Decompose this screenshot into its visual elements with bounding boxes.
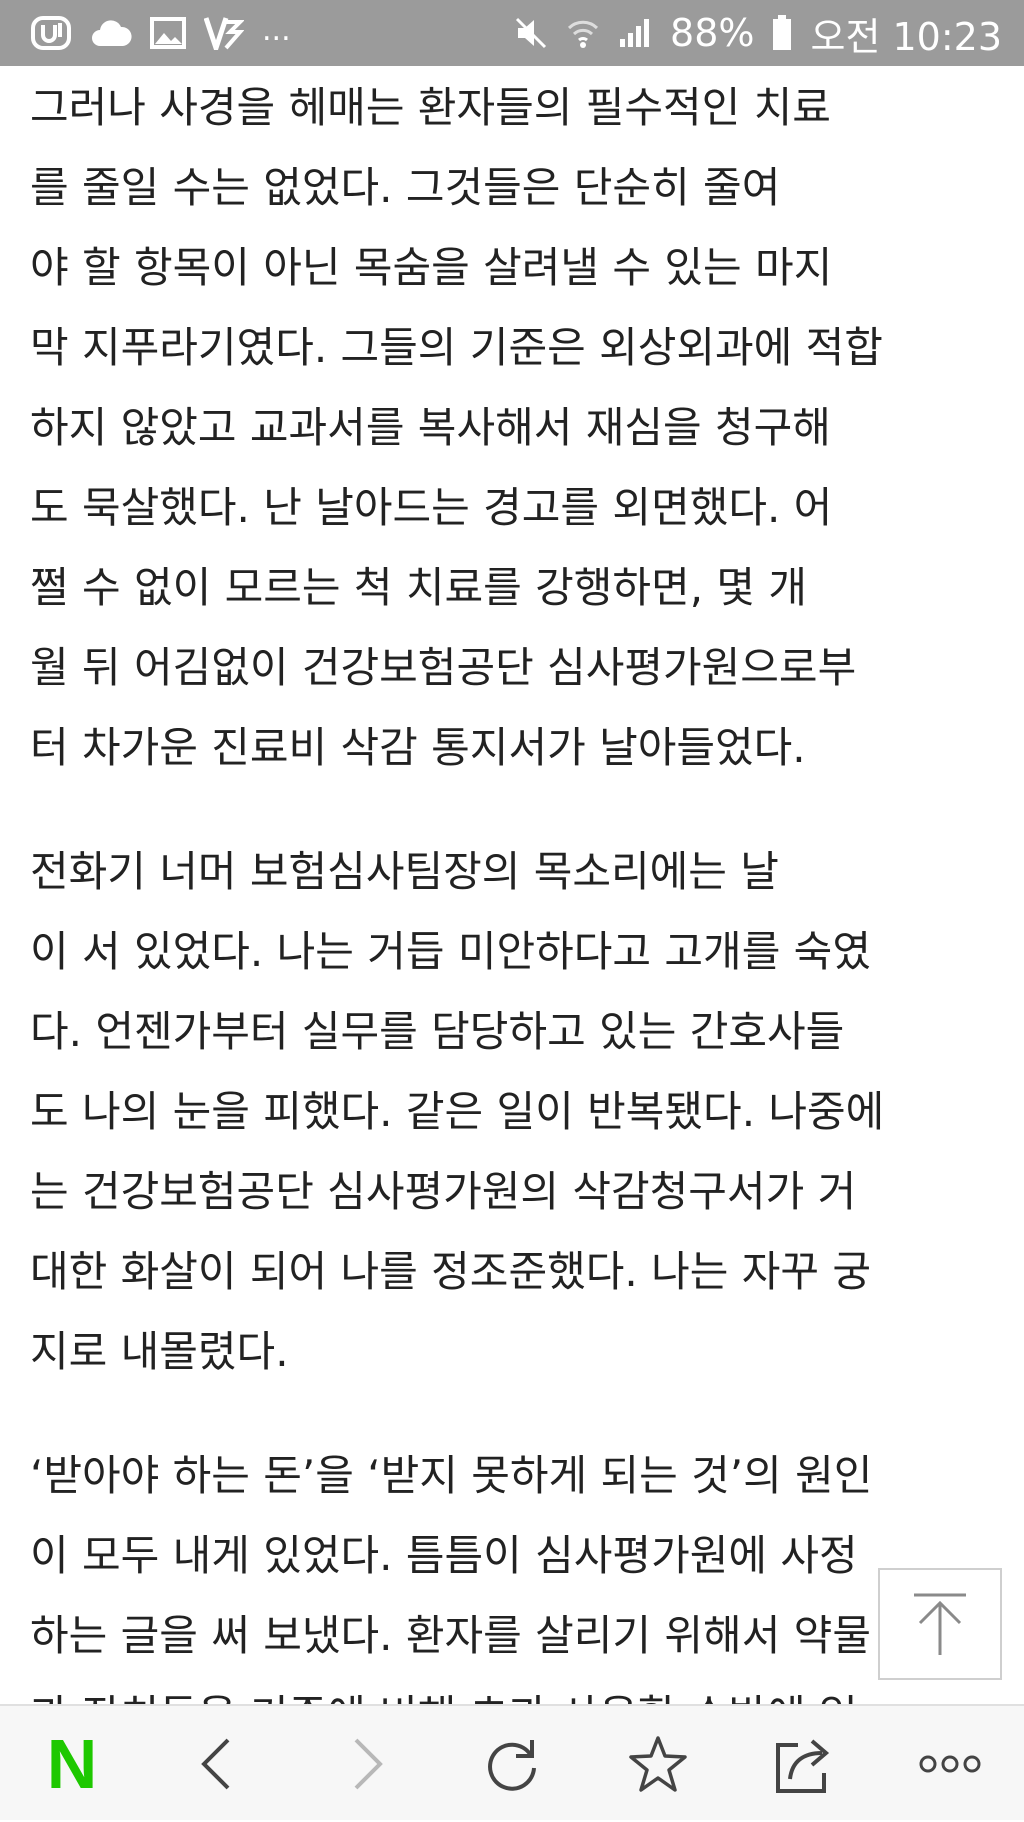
more-notifications: ... [262, 12, 291, 48]
text-line: 월 뒤 어김없이 건강보험공단 심사평가원으로부 [30, 643, 857, 692]
bookmark-button[interactable] [608, 1706, 708, 1822]
article-body: 그러나 사경을 헤매는 환자들의 필수적인 치료 를 줄일 수는 없었다. 그것… [30, 68, 1010, 1704]
mute-icon [514, 16, 548, 50]
forward-button[interactable] [318, 1706, 418, 1822]
text-line: 야 할 항목이 아닌 목숨을 살려낼 수 있는 마지 [30, 243, 833, 292]
notification-icons: ... [30, 12, 291, 51]
back-button[interactable] [166, 1706, 266, 1822]
share-button[interactable] [754, 1706, 854, 1822]
paragraph: ‘받아야 하는 돈’을 ‘받지 못하게 되는 것’의 원인 이 모두 내게 있었… [30, 1436, 1010, 1704]
text-line: 쩔 수 없이 모르는 척 치료를 강행하면, 몇 개 [30, 563, 808, 612]
clock: 오전 10:23 [810, 14, 1002, 59]
text-line: 이 서 있었다. 나는 거듭 미안하다고 고개를 숙였 [30, 927, 871, 976]
text-line: 도 나의 눈을 피했다. 같은 일이 반복됐다. 나중에 [30, 1087, 885, 1136]
status-bar: ... 88% 오전 10:23 [0, 0, 1024, 66]
more-button[interactable] [900, 1706, 1000, 1822]
text-line: 하지 않았고 교과서를 복사해서 재심을 청구해 [30, 403, 831, 452]
system-icons: 88% 오전 10:23 [514, 6, 1002, 61]
naver-home-button[interactable]: N [22, 1706, 122, 1822]
text-line: 지로 내몰렸다. [30, 1327, 289, 1376]
battery-icon [772, 15, 792, 51]
battery-percent: 88% [670, 11, 755, 55]
text-line: 를 줄일 수는 없었다. 그것들은 단순히 줄여 [30, 163, 781, 212]
text-line: 대한 화살이 되어 나를 정조준했다. 나는 자꾸 궁 [30, 1247, 871, 1296]
text-line: 터 차가운 진료비 삭감 통지서가 날아들었다. [30, 723, 806, 772]
v3-icon [204, 16, 244, 50]
chevron-left-icon [201, 1738, 230, 1790]
text-line: 막 지푸라기였다. 그들의 기준은 외상외과에 적합 [30, 323, 883, 372]
text-line: 전화기 너머 보험심사팀장의 목소리에는 날 [30, 847, 779, 896]
wifi-icon [566, 17, 600, 49]
text-line: 그러나 사경을 헤매는 환자들의 필수적인 치료 [30, 83, 831, 132]
text-line: 하는 글을 써 보냈다. 환자를 살리기 위해서 약물 [30, 1611, 871, 1660]
text-line: 과 장치들을 기준에 비해 초과 사용할 수밖에 없 [30, 1676, 1010, 1704]
text-line: 이 모두 내게 있었다. 틈틈이 심사평가원에 사정 [30, 1531, 858, 1580]
paragraph: 전화기 너머 보험심사팀장의 목소리에는 날 이 서 있었다. 나는 거듭 미안… [30, 832, 1010, 1392]
cloud-icon [90, 18, 132, 48]
star-icon [629, 1736, 687, 1792]
refresh-button[interactable] [462, 1706, 562, 1822]
scroll-to-top-button[interactable] [878, 1568, 1002, 1680]
signal-icon [618, 17, 652, 49]
text-line: 도 묵살했다. 난 날아드는 경고를 외면했다. 어 [30, 483, 833, 532]
u-plus-icon [30, 15, 72, 51]
refresh-icon [488, 1740, 536, 1791]
text-line: 다. 언젠가부터 실무를 담당하고 있는 간호사들 [30, 1007, 845, 1056]
browser-toolbar: N [0, 1704, 1024, 1820]
more-dots-icon [919, 1755, 981, 1773]
text-line: ‘받아야 하는 돈’을 ‘받지 못하게 되는 것’의 원인 [30, 1451, 873, 1500]
text-line: 는 건강보험공단 심사평가원의 삭감청구서가 거 [30, 1167, 857, 1216]
paragraph: 그러나 사경을 헤매는 환자들의 필수적인 치료 를 줄일 수는 없었다. 그것… [30, 68, 1010, 788]
gallery-icon [150, 17, 186, 49]
arrow-up-icon [914, 1593, 966, 1655]
share-icon [776, 1739, 830, 1793]
naver-logo: N [46, 1725, 98, 1803]
chevron-right-icon [354, 1738, 383, 1790]
